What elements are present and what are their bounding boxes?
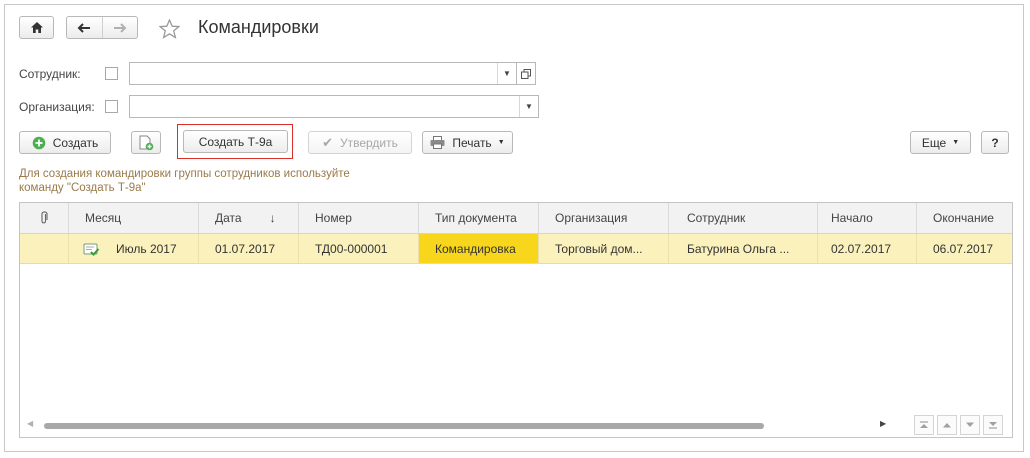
hint-line-2: команду "Создать Т-9а"	[19, 182, 146, 194]
table-header: Месяц Дата ↓ Номер Тип документа Организ…	[20, 203, 1012, 234]
employee-filter-checkbox[interactable]	[105, 67, 118, 80]
chevron-down-icon[interactable]: ▼	[519, 96, 538, 117]
scroll-right-icon[interactable]: ▶	[880, 419, 886, 428]
forward-button[interactable]	[103, 17, 138, 38]
arrow-left-icon	[77, 22, 91, 33]
column-header-start[interactable]: Начало	[818, 203, 917, 233]
more-button-label: Еще	[921, 135, 947, 150]
approve-button-label: Утвердить	[340, 135, 398, 150]
star-icon[interactable]	[159, 19, 180, 39]
hint-line-1: Для создания командировки группы сотрудн…	[19, 168, 350, 180]
scroll-up-icon[interactable]	[937, 415, 957, 435]
paperclip-icon	[41, 211, 48, 224]
print-button[interactable]: Печать ▼	[422, 131, 513, 154]
scroll-to-top-icon[interactable]	[914, 415, 934, 435]
plus-circle-icon	[32, 136, 45, 149]
printer-icon	[430, 136, 445, 149]
print-button-label: Печать	[452, 135, 492, 150]
back-button[interactable]	[67, 17, 103, 38]
chevron-down-icon: ▼	[497, 139, 505, 146]
column-header-month[interactable]: Месяц	[69, 203, 199, 233]
hint-text: Для создания командировки группы сотрудн…	[19, 167, 419, 195]
create-button[interactable]: Создать	[19, 131, 111, 154]
scroll-down-icon[interactable]	[960, 415, 980, 435]
approve-button[interactable]: ✔ Утвердить	[308, 131, 412, 154]
doc-type-cell: Командировка	[419, 234, 539, 263]
nav-buttons-group	[66, 16, 138, 39]
number-cell: ТД00-000001	[299, 234, 419, 263]
chevron-down-icon[interactable]: ▼	[497, 63, 516, 84]
document-add-icon	[139, 135, 154, 150]
scrollbar-thumb[interactable]	[44, 423, 764, 429]
column-header-end[interactable]: Окончание	[917, 203, 1012, 233]
attachment-cell	[20, 234, 69, 263]
help-button-label: ?	[991, 135, 999, 150]
employee-label: Сотрудник:	[19, 67, 81, 81]
column-header-number[interactable]: Номер	[299, 203, 419, 233]
create-t9a-label: Создать Т-9а	[198, 134, 273, 149]
create-based-on-button[interactable]	[131, 131, 161, 154]
organization-cell: Торговый дом...	[539, 234, 669, 263]
scroll-to-bottom-icon[interactable]	[983, 415, 1003, 435]
help-button[interactable]: ?	[981, 131, 1009, 154]
column-header-organization[interactable]: Организация	[539, 203, 669, 233]
column-header-doc-type[interactable]: Тип документа	[419, 203, 539, 233]
scroll-left-icon[interactable]: ◀	[27, 419, 33, 428]
employee-field[interactable]: ▼	[129, 62, 536, 85]
home-icon	[30, 22, 43, 33]
employee-cell: Батурина Ольга ...	[669, 234, 818, 263]
organization-filter-checkbox[interactable]	[105, 100, 118, 113]
scrollbar-track[interactable]	[44, 423, 894, 429]
documents-table: Месяц Дата ↓ Номер Тип документа Организ…	[19, 202, 1013, 438]
column-header-employee[interactable]: Сотрудник	[669, 203, 818, 233]
month-cell: Июль 2017	[69, 234, 199, 263]
home-button[interactable]	[19, 16, 54, 39]
document-posted-icon	[83, 243, 100, 256]
organization-field[interactable]: ▼	[129, 95, 539, 118]
more-button[interactable]: Еще ▼	[910, 131, 971, 154]
attachment-column-header[interactable]	[20, 203, 69, 233]
column-header-date[interactable]: Дата ↓	[199, 203, 299, 233]
chevron-down-icon: ▼	[952, 139, 960, 146]
create-button-label: Создать	[52, 135, 99, 150]
create-t9a-button[interactable]: Создать Т-9а	[183, 130, 288, 153]
check-icon: ✔	[322, 134, 333, 150]
sort-arrow-icon: ↓	[269, 211, 276, 225]
arrow-right-icon	[113, 22, 127, 33]
page-title: Командировки	[198, 17, 319, 37]
date-cell: 01.07.2017	[199, 234, 299, 263]
open-icon[interactable]	[516, 62, 536, 85]
horizontal-scrollbar[interactable]: ◀ ▶	[20, 415, 1012, 437]
table-row[interactable]: Июль 2017 01.07.2017 ТД00-000001 Команди…	[20, 234, 1012, 264]
organization-label: Организация:	[19, 100, 95, 114]
end-cell: 06.07.2017	[933, 241, 994, 256]
start-cell: 02.07.2017	[818, 234, 917, 263]
